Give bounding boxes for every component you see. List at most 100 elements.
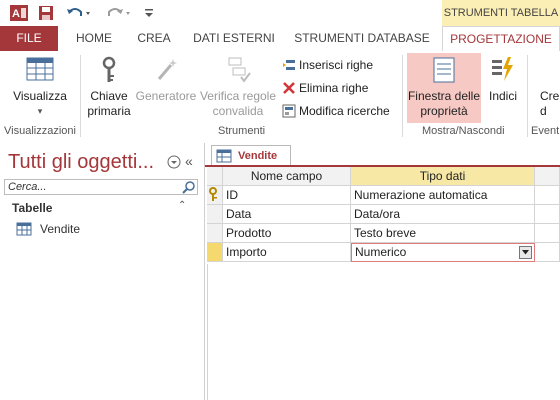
row-selector[interactable]	[207, 224, 223, 243]
field-description-cell[interactable]	[535, 224, 560, 243]
row-selector[interactable]	[207, 205, 223, 224]
header-selector[interactable]	[207, 167, 223, 186]
table-icon	[16, 222, 32, 236]
data-type-value: Numerico	[355, 245, 407, 259]
elimina-righe-label: Elimina righe	[299, 81, 369, 95]
field-name-cell[interactable]: Prodotto	[223, 224, 351, 243]
crea-macro-button[interactable]: Cre d	[540, 89, 560, 119]
customize-icon[interactable]	[142, 3, 156, 23]
modify-lookups-icon	[282, 104, 296, 118]
field-description-cell[interactable]	[535, 186, 560, 205]
chevron-down-icon[interactable]	[519, 246, 532, 259]
header-tipo-dati[interactable]: Tipo dati	[351, 167, 535, 186]
field-name-cell[interactable]: Data	[223, 205, 351, 224]
insert-rows-icon	[282, 58, 296, 72]
generatore-label: Generatore	[135, 89, 197, 103]
grid-empty-area	[207, 264, 560, 400]
indexes-icon	[492, 57, 513, 81]
header-descrizione[interactable]	[535, 167, 560, 186]
chiave-label-1: Chiave	[90, 89, 128, 103]
redo-icon[interactable]	[104, 3, 134, 23]
validation-rules-icon	[228, 57, 251, 83]
datasheet-view-icon	[26, 57, 54, 81]
inserisci-righe-label: Inserisci righe	[299, 58, 374, 72]
ribbon-separator	[80, 55, 81, 137]
field-description-cell[interactable]	[535, 243, 560, 262]
delete-rows-icon	[282, 81, 296, 95]
ribbon-separator	[527, 55, 528, 137]
elimina-righe-button[interactable]: Elimina righe	[282, 79, 368, 97]
field-name-cell[interactable]: ID	[223, 186, 351, 205]
row-selector[interactable]	[207, 186, 223, 205]
field-row-current[interactable]: Importo Numerico	[207, 243, 560, 262]
finestra-label-1: Finestra delle	[407, 89, 481, 103]
nav-section-tabelle[interactable]: Tabelle	[12, 201, 52, 215]
nav-search-input[interactable]: Cerca...	[4, 179, 198, 195]
nav-menu-icon[interactable]	[167, 155, 181, 172]
verifica-label-1: Verifica regole	[199, 89, 277, 103]
header-nome-campo[interactable]: Nome campo	[223, 167, 351, 186]
document-tab-label: Vendite	[238, 150, 278, 162]
row-selector-current[interactable]	[207, 243, 223, 262]
tab-strumenti-database[interactable]: STRUMENTI DATABASE	[288, 26, 436, 51]
context-header: STRUMENTI TABELLA	[442, 0, 560, 26]
collapse-pane-icon[interactable]: «	[185, 153, 193, 169]
grid-header-row: Nome campo Tipo dati	[207, 167, 560, 186]
field-name-cell[interactable]: Importo	[223, 243, 351, 262]
generatore-button[interactable]: Generatore	[134, 55, 198, 104]
modifica-ricerche-label: Modifica ricerche	[299, 104, 390, 118]
ribbon-tabs: FILE HOME CREA DATI ESTERNI STRUMENTI DA…	[0, 26, 560, 52]
visualizza-dropdown-arrow: ▾	[37, 106, 43, 116]
group-mostra-nascondi: Mostra/Nascondi	[422, 125, 505, 137]
field-type-cell[interactable]: Testo breve	[351, 224, 535, 243]
cre-label-1: Cre	[540, 89, 560, 103]
modifica-ricerche-button[interactable]: Modifica ricerche	[282, 102, 390, 120]
ribbon: Visualizza ▾ Visualizzazioni Chiave prim…	[0, 51, 560, 144]
verifica-regole-button[interactable]: Verifica regole convalida	[198, 55, 278, 119]
document-area: Vendite Nome campo Tipo dati ID Numerazi…	[205, 143, 560, 400]
field-type-cell[interactable]: Data/ora	[351, 205, 535, 224]
field-type-cell[interactable]: Numerazione automatica	[351, 186, 535, 205]
chiave-primaria-button[interactable]: Chiave primaria	[84, 55, 134, 119]
visualizza-button[interactable]: Visualizza ▾	[8, 55, 72, 119]
field-row[interactable]: Data Data/ora	[207, 205, 560, 224]
navigation-pane: Tutti gli oggetti... « Cerca... Tabelle …	[0, 143, 205, 400]
property-sheet-icon	[433, 57, 455, 83]
search-icon[interactable]	[182, 180, 196, 197]
group-eventi: Event	[531, 125, 560, 137]
visualizza-label: Visualizza	[13, 89, 67, 103]
field-description-cell[interactable]	[535, 205, 560, 224]
tab-crea[interactable]: CREA	[128, 26, 180, 51]
table-design-icon	[216, 149, 232, 163]
tab-progettazione[interactable]: PROGETTAZIONE	[442, 26, 560, 52]
section-collapse-icon[interactable]: ⌃	[178, 200, 186, 211]
group-strumenti: Strumenti	[218, 125, 266, 137]
finestra-proprieta-button[interactable]: Finestra delle proprietà	[407, 53, 481, 123]
save-icon[interactable]	[36, 3, 56, 23]
group-visualizzazioni: Visualizzazioni	[4, 125, 76, 137]
indici-button[interactable]: Indici	[484, 55, 522, 104]
builder-wand-icon	[157, 59, 177, 80]
nav-pane-title[interactable]: Tutti gli oggetti...	[8, 151, 154, 174]
svg-text:A: A	[12, 8, 20, 20]
title-bar: A STRUMENTI TABELLA	[0, 0, 560, 26]
verifica-label-2: convalida	[212, 104, 264, 118]
key-icon	[102, 56, 116, 82]
data-type-dropdown[interactable]: Numerico	[351, 243, 535, 262]
finestra-label-2: proprietà	[420, 104, 468, 118]
tab-home[interactable]: HOME	[66, 26, 122, 51]
undo-icon[interactable]	[64, 3, 94, 23]
nav-item-label: Vendite	[40, 222, 81, 236]
document-tab-vendite[interactable]: Vendite	[211, 145, 291, 166]
inserisci-righe-button[interactable]: Inserisci righe	[282, 56, 373, 74]
field-row[interactable]: Prodotto Testo breve	[207, 224, 560, 243]
primary-key-icon	[209, 187, 217, 201]
tab-file[interactable]: FILE	[0, 26, 58, 51]
ribbon-separator	[402, 55, 403, 137]
chiave-label-2: primaria	[87, 104, 131, 118]
nav-item-vendite[interactable]: Vendite	[16, 221, 80, 237]
tab-dati-esterni[interactable]: DATI ESTERNI	[186, 26, 282, 51]
field-row[interactable]: ID Numerazione automatica	[207, 186, 560, 205]
access-app-icon[interactable]: A	[8, 3, 30, 23]
indici-label: Indici	[488, 89, 517, 103]
